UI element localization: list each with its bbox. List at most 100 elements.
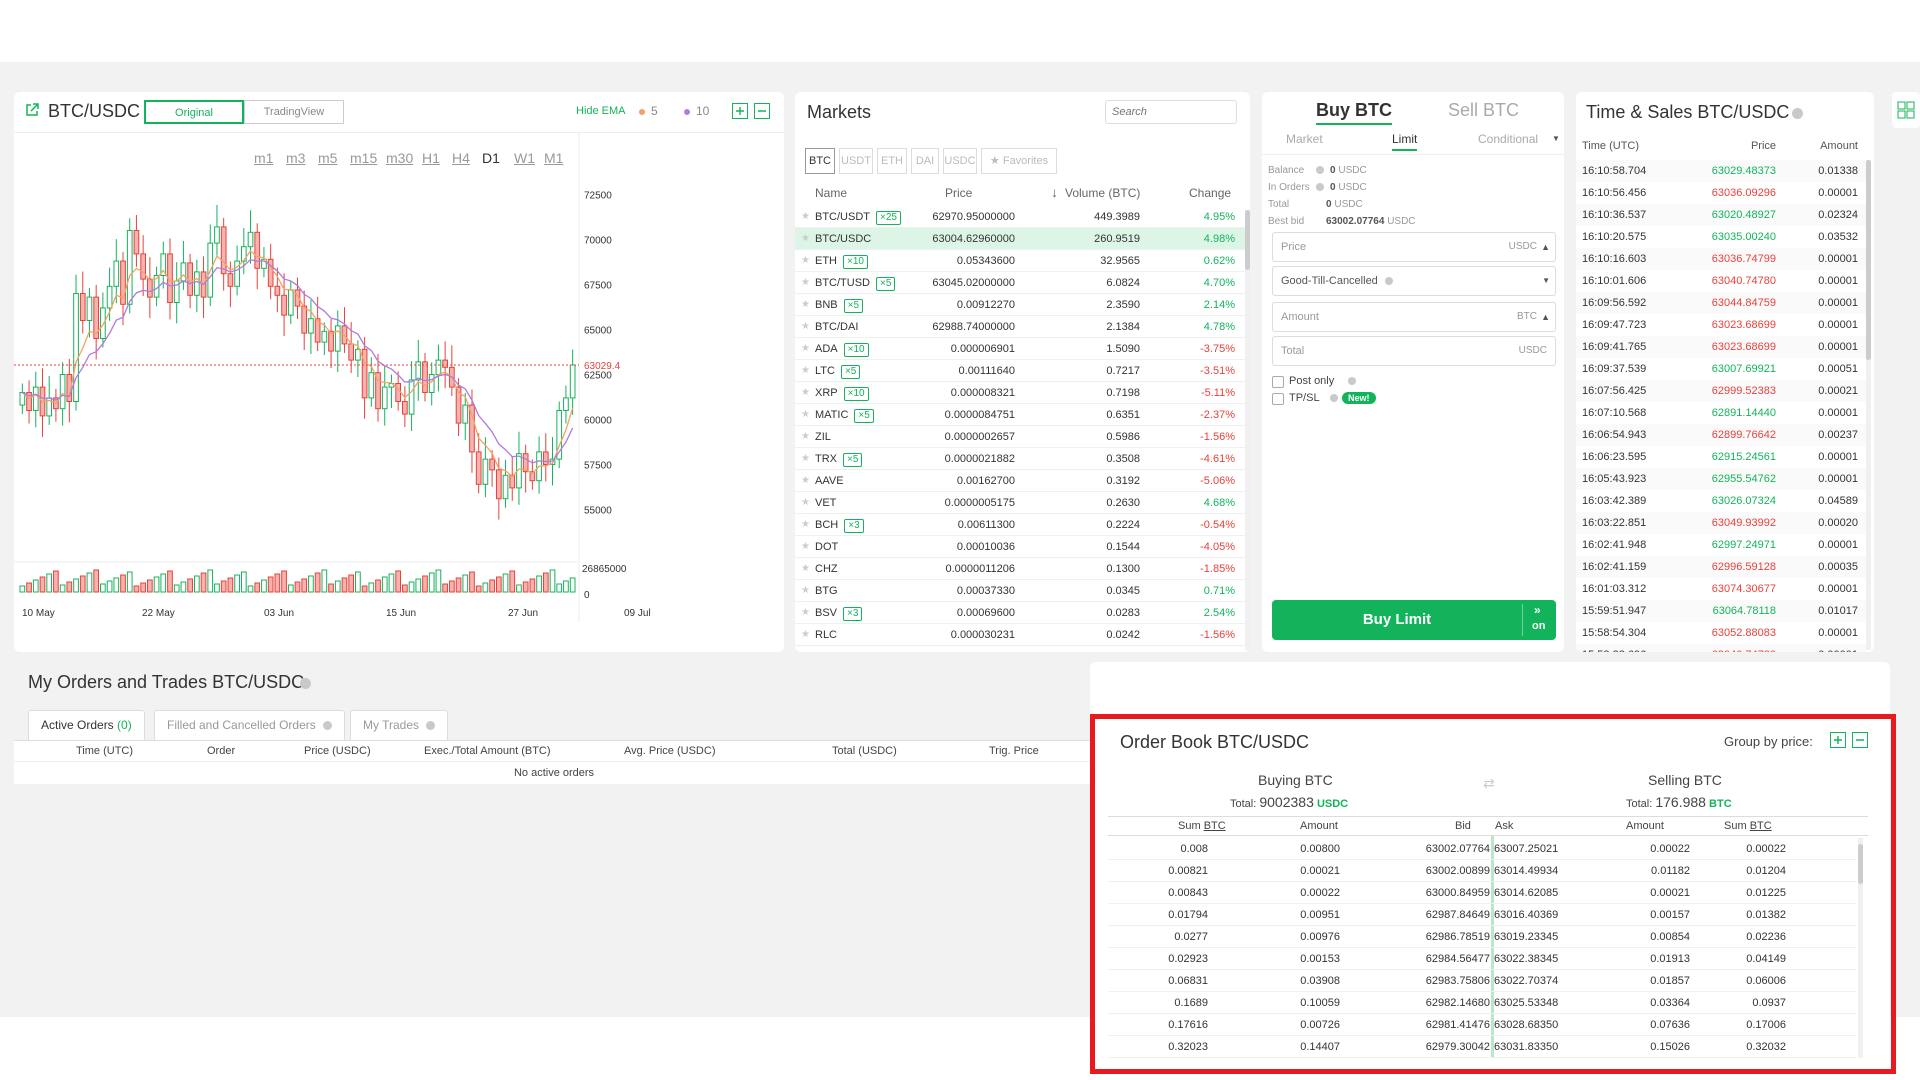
- type-market[interactable]: Market: [1286, 132, 1323, 146]
- market-row[interactable]: ★ BNB ×5 0.00912270 2.3590 2.14%: [795, 294, 1245, 316]
- market-row[interactable]: ★ BCH ×3 0.00611300 0.2224 -0.54%: [795, 514, 1245, 536]
- order-book-row[interactable]: 0.008 0.00800 63002.07764 63007.25021 0.0002…: [1108, 838, 1856, 860]
- external-link-icon[interactable]: [24, 102, 40, 118]
- star-icon[interactable]: ★: [801, 492, 810, 514]
- layout-grid-icon[interactable]: [1892, 92, 1920, 128]
- market-row[interactable]: ★ AAVE 0.00162700 0.3192 -5.06%: [795, 470, 1245, 492]
- star-icon[interactable]: ★: [801, 360, 810, 382]
- market-row[interactable]: ★ RLC 0.000030231 0.0242 -1.56%: [795, 624, 1245, 646]
- group-minus-icon[interactable]: [1852, 732, 1868, 748]
- star-icon[interactable]: ★: [801, 448, 810, 470]
- swap-icon[interactable]: ⇄: [1483, 775, 1495, 792]
- order-book-row[interactable]: 0.17616 0.00726 62981.41476 63028.68350 0.07…: [1108, 1014, 1856, 1036]
- time-sales-scrollbar[interactable]: [1866, 160, 1871, 650]
- hide-ema-toggle[interactable]: Hide EMA: [576, 105, 626, 117]
- tab-usdc[interactable]: USDC: [943, 148, 977, 174]
- tab-tradingview[interactable]: TradingView: [244, 100, 344, 124]
- group-plus-icon[interactable]: [1830, 732, 1846, 748]
- tab-active-orders[interactable]: Active Orders (0): [28, 710, 145, 740]
- star-icon[interactable]: ★: [801, 536, 810, 558]
- col-price[interactable]: Price: [945, 186, 972, 200]
- star-icon[interactable]: ★: [801, 558, 810, 580]
- best-bid-value[interactable]: 63002.07764: [1326, 216, 1384, 227]
- volume-bar: [388, 573, 395, 593]
- order-book-row[interactable]: 0.00821 0.00021 63002.00899 63014.49934 0.01…: [1108, 860, 1856, 882]
- market-row[interactable]: ★ ETH ×10 0.05343600 32.9565 0.62%: [795, 250, 1245, 272]
- tab-buy[interactable]: Buy BTC: [1316, 100, 1392, 125]
- order-book-row[interactable]: 0.01794 0.00951 62987.84649 63016.40369 0.00…: [1108, 904, 1856, 926]
- tab-dai[interactable]: DAI: [911, 148, 939, 174]
- tab-usdt[interactable]: USDT: [839, 148, 873, 174]
- col-name[interactable]: Name: [815, 186, 847, 200]
- star-icon[interactable]: ★: [801, 580, 810, 602]
- order-book-row[interactable]: 0.1689 0.10059 62982.14680 63025.53348 0.033…: [1108, 992, 1856, 1014]
- ema10-value[interactable]: 10: [696, 104, 709, 118]
- markets-scrollbar[interactable]: [1245, 210, 1250, 650]
- market-row[interactable]: ★ LTC ×5 0.00111640 0.7217 -3.51%: [795, 360, 1245, 382]
- star-icon[interactable]: ★: [801, 382, 810, 404]
- star-icon[interactable]: ★: [801, 316, 810, 338]
- star-icon[interactable]: ★: [801, 228, 810, 250]
- market-price: 0.00162700: [956, 475, 1015, 487]
- zoom-in-icon[interactable]: [732, 103, 748, 119]
- sort-arrow-icon[interactable]: ↓: [1051, 184, 1058, 200]
- order-book-row[interactable]: 0.32023 0.14407 62979.30042 63031.83350 0.15…: [1108, 1036, 1856, 1058]
- order-book-scrollbar[interactable]: [1858, 838, 1863, 1058]
- star-icon[interactable]: ★: [801, 338, 810, 360]
- star-icon[interactable]: ★: [801, 624, 810, 646]
- ema5-value[interactable]: 5: [651, 104, 658, 118]
- tpsl-checkbox[interactable]: [1272, 393, 1284, 405]
- buy-limit-button[interactable]: Buy Limit » on: [1272, 600, 1556, 640]
- stepper-icon[interactable]: ▲: [1541, 233, 1550, 261]
- order-book-row[interactable]: 0.00843 0.00022 63000.84959 63014.62085 0.00…: [1108, 882, 1856, 904]
- market-row[interactable]: ★ CHZ 0.0000011206 0.1300 -1.85%: [795, 558, 1245, 580]
- post-only-checkbox[interactable]: [1272, 376, 1284, 388]
- star-icon[interactable]: ★: [801, 206, 810, 228]
- total-input[interactable]: Total USDC: [1272, 336, 1556, 366]
- tab-btc[interactable]: BTC: [805, 148, 835, 174]
- market-row[interactable]: ★ VET 0.0000005175 0.2630 4.68%: [795, 492, 1245, 514]
- tab-sell[interactable]: Sell BTC: [1448, 100, 1519, 121]
- markets-search-input[interactable]: [1105, 100, 1237, 124]
- type-conditional[interactable]: Conditional: [1478, 132, 1538, 146]
- star-icon[interactable]: ★: [801, 404, 810, 426]
- col-change[interactable]: Change: [1189, 186, 1231, 200]
- market-row[interactable]: ★ ADA ×10 0.000006901 1.5090 -3.75%: [795, 338, 1245, 360]
- price-input[interactable]: Price USDC ▲: [1272, 232, 1556, 262]
- market-row[interactable]: ★ BTG 0.00037330 0.0345 0.71%: [795, 580, 1245, 602]
- market-row[interactable]: ★ BTC/USDT ×25 62970.95000000 449.3989 4.95%: [795, 206, 1245, 228]
- star-icon[interactable]: ★: [801, 602, 810, 624]
- market-row[interactable]: ★ DOT 0.00010036 0.1544 -4.05%: [795, 536, 1245, 558]
- stepper-icon[interactable]: ▲: [1541, 303, 1550, 331]
- col-volume[interactable]: Volume (BTC): [1065, 186, 1140, 200]
- order-book-row[interactable]: 0.06831 0.03908 62983.75806 63022.70374 0.01…: [1108, 970, 1856, 992]
- market-row[interactable]: ★ XRP ×10 0.000008321 0.7198 -5.11%: [795, 382, 1245, 404]
- amount-input[interactable]: Amount BTC ▲: [1272, 302, 1556, 332]
- star-icon[interactable]: ★: [801, 272, 810, 294]
- market-row[interactable]: ★ BSV ×3 0.00069600 0.0283 2.54%: [795, 602, 1245, 624]
- tab-eth[interactable]: ETH: [877, 148, 907, 174]
- time-in-force-select[interactable]: Good-Till-Cancelled ▼: [1272, 266, 1556, 296]
- market-row[interactable]: ★ MATIC ×5 0.0000084751 0.6351 -2.37%: [795, 404, 1245, 426]
- price-chart[interactable]: 72500 70000 67500 65000 62500 60000 57500 55000…: [14, 132, 784, 652]
- star-icon[interactable]: ★: [801, 514, 810, 536]
- tab-original[interactable]: Original: [144, 100, 244, 124]
- markets-panel: Markets BTC USDT ETH DAI USDC ★ Favorite…: [795, 92, 1250, 652]
- star-icon[interactable]: ★: [801, 294, 810, 316]
- star-icon[interactable]: ★: [801, 250, 810, 272]
- order-book-row[interactable]: 0.0277 0.00976 62986.78519 63019.23345 0.008…: [1108, 926, 1856, 948]
- market-row[interactable]: ★ BTC/USDC 63004.62960000 260.9519 4.98%: [795, 228, 1245, 250]
- type-limit[interactable]: Limit: [1392, 132, 1418, 151]
- star-icon[interactable]: ★: [801, 426, 810, 448]
- tab-favorites[interactable]: ★ Favorites: [981, 148, 1057, 174]
- market-row[interactable]: ★ TRX ×5 0.0000021882 0.3508 -4.61%: [795, 448, 1245, 470]
- dropdown-caret-icon[interactable]: ▼: [1552, 134, 1560, 143]
- tab-my-trades[interactable]: My Trades: [350, 710, 449, 740]
- order-book-row[interactable]: 0.02923 0.00153 62984.56477 63022.38345 0.01…: [1108, 948, 1856, 970]
- market-row[interactable]: ★ ZIL 0.0000002657 0.5986 -1.56%: [795, 426, 1245, 448]
- market-row[interactable]: ★ BTC/TUSD ×5 63045.02000000 6.0824 4.70%: [795, 272, 1245, 294]
- tab-filled-orders[interactable]: Filled and Cancelled Orders: [154, 710, 346, 740]
- market-row[interactable]: ★ BTC/DAI 62988.74000000 2.1384 4.78%: [795, 316, 1245, 338]
- star-icon[interactable]: ★: [801, 470, 810, 492]
- zoom-out-icon[interactable]: [754, 103, 770, 119]
